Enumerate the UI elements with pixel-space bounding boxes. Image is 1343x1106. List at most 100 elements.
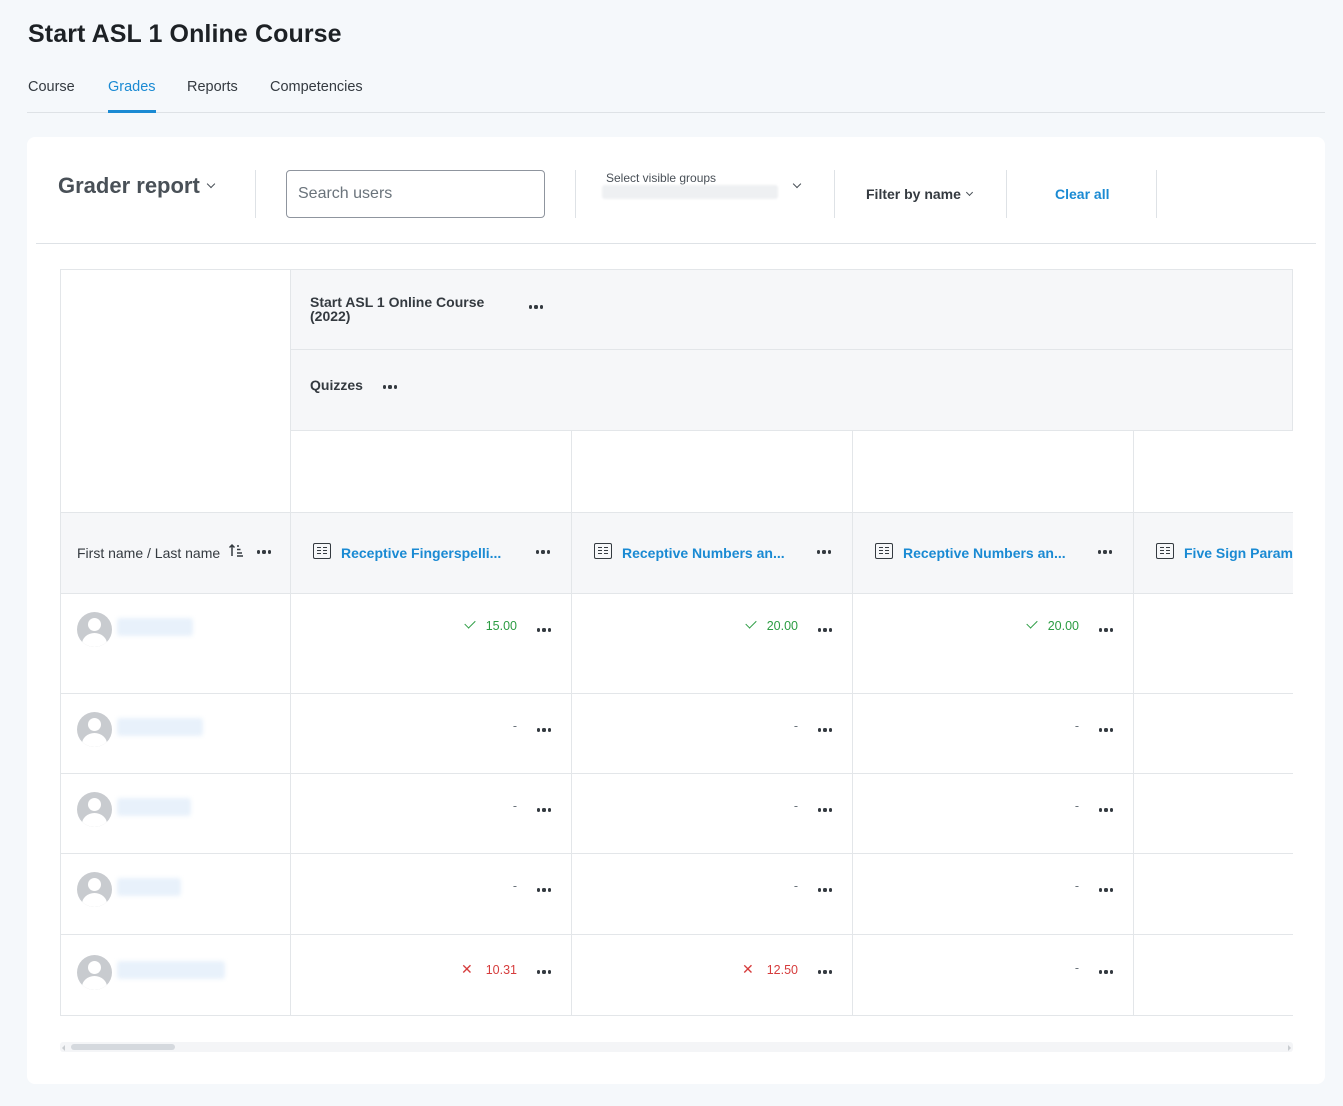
grade-text: 15.00 xyxy=(485,619,517,633)
name-column-label[interactable]: First name / Last name xyxy=(77,545,220,561)
more-actions-icon[interactable] xyxy=(379,379,401,395)
grade-item-header: Receptive Fingerspelli... xyxy=(291,513,572,594)
grade-cell[interactable]: - xyxy=(291,774,572,854)
more-actions-icon[interactable] xyxy=(1095,622,1117,638)
category-title-course: Start ASL 1 Online Course (2022) xyxy=(310,294,485,324)
toolbar-divider xyxy=(255,170,256,218)
grade-cell[interactable] xyxy=(1134,694,1293,774)
name-column-header: First name / Last name xyxy=(60,513,291,594)
grade-cell[interactable]: - xyxy=(572,694,853,774)
user-name-link[interactable] xyxy=(117,961,225,979)
grade-text: - xyxy=(1074,879,1079,893)
chevron-down-icon xyxy=(792,179,802,189)
more-actions-icon[interactable] xyxy=(532,544,554,560)
more-actions-icon[interactable] xyxy=(1095,722,1117,738)
grade-text: 10.31 xyxy=(485,963,517,977)
more-actions-icon[interactable] xyxy=(253,544,275,560)
grade-item-link[interactable]: Receptive Numbers an... xyxy=(622,545,785,561)
check-icon xyxy=(745,617,757,629)
horizontal-scrollbar[interactable] xyxy=(60,1042,1293,1052)
groups-label: Select visible groups xyxy=(606,171,717,185)
more-actions-icon[interactable] xyxy=(533,722,555,738)
more-actions-icon[interactable] xyxy=(814,964,836,980)
grade-cell[interactable] xyxy=(1134,594,1293,694)
grade-cell[interactable]: ✕ 12.50 xyxy=(572,935,853,1016)
chevron-down-icon xyxy=(206,179,216,189)
user-name-link[interactable] xyxy=(117,618,193,636)
grade-value: - xyxy=(513,799,517,813)
grade-cell[interactable]: - xyxy=(853,694,1134,774)
grade-cell[interactable]: 20.00 xyxy=(853,594,1134,694)
search-users-input[interactable] xyxy=(286,170,545,218)
filter-by-name-label: Filter by name xyxy=(866,186,961,202)
grade-cell[interactable] xyxy=(1134,854,1293,935)
report-selector[interactable]: Grader report xyxy=(58,173,216,199)
grade-value: - xyxy=(513,879,517,893)
more-actions-icon[interactable] xyxy=(1095,802,1117,818)
more-actions-icon[interactable] xyxy=(1095,964,1117,980)
scrollbar-thumb[interactable] xyxy=(71,1044,175,1050)
toolbar-divider xyxy=(1156,170,1157,218)
grade-cell[interactable]: - xyxy=(572,774,853,854)
toolbar-divider xyxy=(1006,170,1007,218)
grade-cell[interactable] xyxy=(1134,935,1293,1016)
grade-value: 20.00 xyxy=(745,617,798,633)
grade-text: - xyxy=(1074,799,1079,813)
filter-by-name-button[interactable]: Filter by name xyxy=(866,186,973,202)
user-name-link[interactable] xyxy=(117,798,191,816)
category-header-quizzes: Quizzes xyxy=(291,350,1293,431)
header-spacer xyxy=(291,431,572,513)
clear-all-link[interactable]: Clear all xyxy=(1055,186,1109,202)
grade-cell[interactable]: - xyxy=(572,854,853,935)
groups-selected-value xyxy=(602,185,778,199)
more-actions-icon[interactable] xyxy=(533,622,555,638)
more-actions-icon[interactable] xyxy=(533,964,555,980)
tab-grades[interactable]: Grades xyxy=(108,78,156,113)
more-actions-icon[interactable] xyxy=(814,722,836,738)
table-row xyxy=(60,694,291,774)
more-actions-icon[interactable] xyxy=(1094,544,1116,560)
grade-item-icon xyxy=(1156,543,1174,559)
tab-course[interactable]: Course xyxy=(28,78,75,113)
more-actions-icon[interactable] xyxy=(525,299,547,315)
more-actions-icon[interactable] xyxy=(814,882,836,898)
grade-value: 20.00 xyxy=(1026,617,1079,633)
more-actions-icon[interactable] xyxy=(533,802,555,818)
tab-competencies[interactable]: Competencies xyxy=(270,78,363,113)
user-name-link[interactable] xyxy=(117,878,181,896)
sort-ascending-icon[interactable] xyxy=(228,542,244,558)
grade-value: - xyxy=(794,719,798,733)
grade-cell[interactable]: ✕ 10.31 xyxy=(291,935,572,1016)
grade-cell[interactable]: - xyxy=(291,694,572,774)
user-name-link[interactable] xyxy=(117,718,203,736)
scroll-right-icon[interactable] xyxy=(1288,1045,1291,1051)
grade-value: - xyxy=(1075,799,1079,813)
grade-cell[interactable]: - xyxy=(853,854,1134,935)
grade-text: - xyxy=(1074,961,1079,975)
more-actions-icon[interactable] xyxy=(814,622,836,638)
more-actions-icon[interactable] xyxy=(814,802,836,818)
group-selector[interactable]: Select visible groups xyxy=(602,167,811,217)
grade-item-link[interactable]: Receptive Fingerspelli... xyxy=(341,545,501,561)
grade-cell[interactable]: - xyxy=(853,935,1134,1016)
more-actions-icon[interactable] xyxy=(1095,882,1117,898)
grade-text: 12.50 xyxy=(766,963,798,977)
grade-item-header: Receptive Numbers an... xyxy=(572,513,853,594)
avatar-icon xyxy=(77,955,112,990)
grade-cell[interactable]: 15.00 xyxy=(291,594,572,694)
table-row xyxy=(60,935,291,1016)
tab-reports[interactable]: Reports xyxy=(187,78,238,113)
grade-item-link[interactable]: Receptive Numbers an... xyxy=(903,545,1066,561)
grade-cell[interactable]: - xyxy=(853,774,1134,854)
grade-item-link[interactable]: Five Sign Param xyxy=(1184,545,1293,561)
grade-item-header: Receptive Numbers an... xyxy=(853,513,1134,594)
grade-cell[interactable]: 20.00 xyxy=(572,594,853,694)
scroll-left-icon[interactable] xyxy=(62,1045,65,1051)
grade-cell[interactable]: - xyxy=(291,854,572,935)
more-actions-icon[interactable] xyxy=(813,544,835,560)
more-actions-icon[interactable] xyxy=(533,882,555,898)
grade-cell[interactable] xyxy=(1134,774,1293,854)
grade-value: 15.00 xyxy=(464,617,517,633)
grade-item-icon xyxy=(875,543,893,559)
category-title-quizzes: Quizzes xyxy=(310,377,363,393)
